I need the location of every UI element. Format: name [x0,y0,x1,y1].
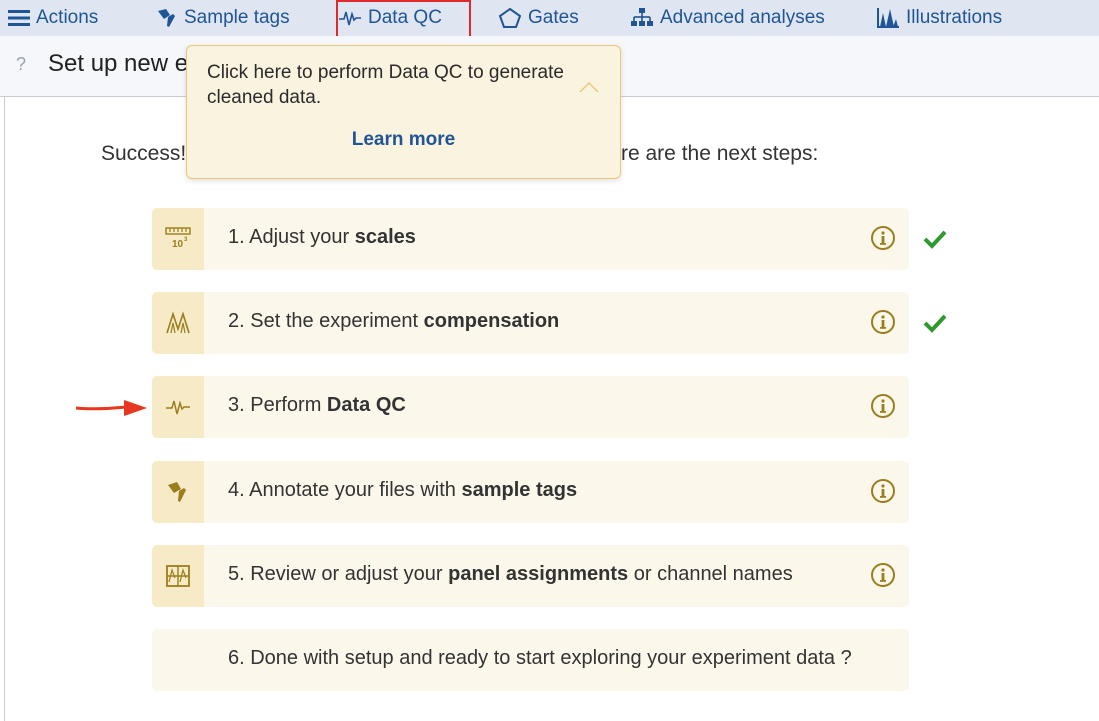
menu-icon [8,10,30,26]
step-icon-box: 10 3 [152,208,204,270]
nav-actions-label: Actions [36,7,99,28]
info-icon[interactable] [870,225,896,251]
tag-icon [158,9,175,27]
nav-gates-label: Gates [528,7,579,28]
learn-more-link[interactable]: Learn more [187,129,620,151]
step-label: 4. Annotate your files with sample tags [228,479,578,501]
data-qc-icon [166,400,190,415]
success-text-end: re are the next steps: [621,142,819,165]
scales-icon: 10 3 [165,227,191,250]
nav-data-qc-label: Data QC [368,7,442,28]
info-icon[interactable] [870,478,896,504]
step-done[interactable]: 6. Done with setup and ready to start ex… [152,629,909,691]
step-label: 2. Set the experiment compensation [228,310,560,332]
step-label: 3. Perform Data QC [228,394,406,416]
svg-text:3: 3 [184,237,188,243]
red-arrow-annotation [76,400,147,416]
page-title: Set up new e [48,50,189,77]
step-icon-box [152,545,204,607]
top-nav: Actions Sample tags Data QC Gates Advanc… [0,0,1099,43]
step-label: 1. Adjust your scales [228,226,416,248]
svg-text:10: 10 [172,239,184,250]
check-icon [923,230,947,249]
success-text-start: Success! [101,142,187,165]
nav-illustrations[interactable]: Illustrations [876,0,1002,36]
pentagon-icon [498,7,522,28]
step-icon-box [152,376,204,438]
step-label: 6. Done with setup and ready to start ex… [228,647,852,669]
info-icon[interactable] [870,393,896,419]
step-icon-box [152,461,204,523]
nav-illustrations-label: Illustrations [906,7,1003,28]
nav-advanced-label: Advanced analyses [660,7,825,28]
nav-sample-tags[interactable]: Sample tags [156,0,290,36]
step-scales[interactable]: 10 3 1. Adjust your scales [152,208,947,270]
info-icon[interactable] [870,562,896,588]
nav-data-qc[interactable]: Data QC [338,0,442,36]
compensation-icon [166,311,190,334]
step-label: 5. Review or adjust your panel assignmen… [228,563,793,585]
tooltip-text: Click here to perform Data QC to generat… [207,62,564,108]
pulse-icon [339,11,361,26]
step-icon-box [152,292,204,354]
left-divider [4,97,5,721]
tag-icon [168,482,186,502]
info-icon[interactable] [870,309,896,335]
step-sample-tags[interactable]: 4. Annotate your files with sample tags [152,461,909,523]
check-icon [923,314,947,333]
step-compensation[interactable]: 2. Set the experiment compensation [152,292,947,354]
hierarchy-icon [631,8,653,26]
nav-gates[interactable]: Gates [498,0,579,36]
nav-actions[interactable]: Actions [8,0,98,36]
step-data-qc[interactable]: 3. Perform Data QC [152,376,909,438]
step-panel-assignments[interactable]: 5. Review or adjust your panel assignmen… [152,545,909,607]
nav-advanced-analyses[interactable]: Advanced analyses [630,0,825,36]
help-icon[interactable]: ? [16,54,26,75]
histogram-icon [877,8,899,28]
nav-sample-tags-label: Sample tags [184,7,290,28]
data-qc-tooltip: Click here to perform Data QC to generat… [186,45,621,179]
panel-icon [166,565,190,587]
